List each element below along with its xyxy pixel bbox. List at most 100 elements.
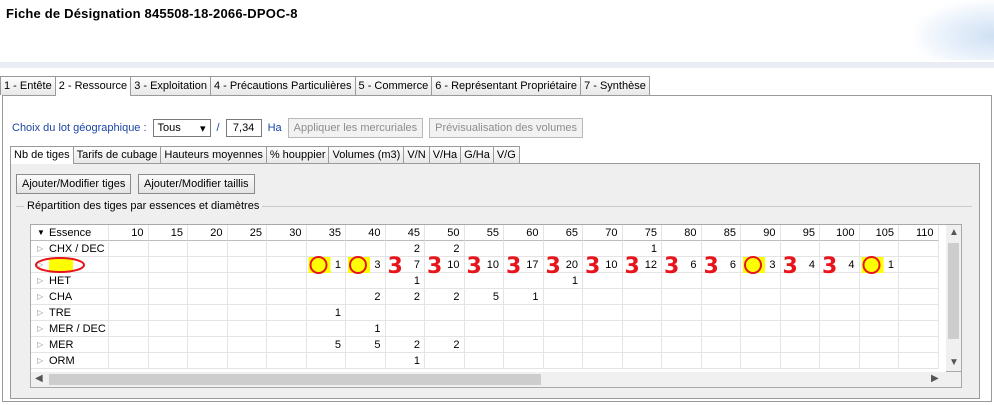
sub-tab[interactable]: V/N [403,146,430,163]
table-row[interactable]: ▷ MER / DEC 1 [31,321,947,337]
grid-cell[interactable] [543,305,583,321]
grid-cell[interactable]: 1 [859,257,899,273]
grid-cell[interactable] [109,321,149,337]
grid-cell[interactable] [622,273,662,289]
horizontal-scrollbar[interactable]: ◀ ▶ [30,372,962,388]
scroll-right-icon[interactable]: ▶ [931,373,939,384]
scroll-down-icon[interactable]: ▼ [949,357,959,368]
grid-cell[interactable]: 6 [662,257,702,273]
grid-cell[interactable] [899,241,939,257]
grid-cell[interactable]: 4 [820,257,860,273]
grid-cell[interactable] [188,241,228,257]
grid-cell[interactable] [662,305,702,321]
grid-cell[interactable] [148,321,188,337]
triangle-right-icon[interactable]: ▷ [37,257,43,273]
grid-cell[interactable] [148,273,188,289]
scroll-left-icon[interactable]: ◀ [35,373,43,384]
grid-cell[interactable] [109,289,149,305]
grid-cell[interactable] [346,273,386,289]
grid-cell[interactable] [306,353,346,369]
grid-cell[interactable] [543,321,583,337]
grid-cell[interactable] [504,305,544,321]
grid-cell[interactable]: 1 [385,353,425,369]
grid-cell[interactable] [622,289,662,305]
grid-cell[interactable] [227,337,267,353]
grid-cell[interactable] [741,321,781,337]
grid-cell[interactable]: 3 [741,257,781,273]
grid-cell[interactable] [346,241,386,257]
grid-cell[interactable]: 2 [385,289,425,305]
main-tab[interactable]: 5 - Commerce [354,76,433,95]
grid-cell[interactable] [267,257,307,273]
grid-cell[interactable] [464,337,504,353]
triangle-right-icon[interactable]: ▷ [37,321,43,337]
grid-cell[interactable] [464,305,504,321]
grid-cell[interactable] [583,241,623,257]
grid-cell[interactable] [859,337,899,353]
grid-cell[interactable] [227,353,267,369]
triangle-right-icon[interactable]: ▷ [37,241,43,257]
grid-cell[interactable]: 1 [543,273,583,289]
sub-tab[interactable]: G/Ha [460,146,494,163]
sub-tab[interactable]: Nb de tiges [10,146,74,164]
grid-cell[interactable] [583,305,623,321]
grid-cell[interactable] [820,273,860,289]
grid-cell[interactable] [820,337,860,353]
table-row[interactable]: ▷ CHA 2 2 2 5 1 [31,289,947,305]
grid-cell[interactable] [464,321,504,337]
grid-cell[interactable] [306,289,346,305]
grid-cell[interactable]: 3 [346,257,386,273]
apply-mercuriales-button[interactable]: Appliquer les mercuriales [287,118,424,138]
grid-cell[interactable] [504,321,544,337]
grid-cell[interactable] [227,305,267,321]
grid-cell[interactable] [267,273,307,289]
grid-cell[interactable]: 10 [464,257,504,273]
grid-cell[interactable] [780,289,820,305]
grid-cell[interactable] [622,353,662,369]
grid-cell[interactable] [267,353,307,369]
grid-cell[interactable] [188,353,228,369]
grid-cell[interactable]: 2 [385,337,425,353]
sub-tab[interactable]: Volumes (m3) [328,146,405,163]
grid-cell[interactable]: 5 [346,337,386,353]
grid-cell[interactable] [425,321,465,337]
preview-volumes-button[interactable]: Prévisualisation des volumes [429,118,584,138]
grid-cell[interactable]: 6 [701,257,741,273]
grid-cell[interactable]: 2 [385,241,425,257]
grid-cell[interactable]: 5 [464,289,504,305]
sub-tab[interactable]: % houppier [265,146,330,163]
grid-cell[interactable] [622,337,662,353]
main-tab[interactable]: 3 - Exploitation [130,76,211,95]
grid-cell[interactable] [820,353,860,369]
grid-cell[interactable] [109,273,149,289]
grid-cell[interactable] [899,305,939,321]
grid-cell[interactable] [662,337,702,353]
grid-cell[interactable] [148,241,188,257]
grid-cell[interactable] [583,273,623,289]
grid-cell[interactable]: 20 [543,257,583,273]
grid-cell[interactable] [148,289,188,305]
grid-cell[interactable] [820,289,860,305]
grid-cell[interactable] [820,305,860,321]
grid-cell[interactable] [425,353,465,369]
grid-cell[interactable]: 1 [385,273,425,289]
triangle-down-icon[interactable]: ▼ [37,225,45,241]
grid-cell[interactable] [346,305,386,321]
triangle-right-icon[interactable]: ▷ [37,305,43,321]
grid-cell[interactable] [701,353,741,369]
grid-cell[interactable]: 10 [583,257,623,273]
grid-cell[interactable] [385,305,425,321]
grid-cell[interactable] [583,353,623,369]
table-row[interactable]: ▷ MER 5 5 2 2 [31,337,947,353]
main-tab[interactable]: 6 - Représentant Propriétaire [431,76,582,95]
grid-cell[interactable] [188,305,228,321]
sub-tab[interactable]: V/G [492,146,520,163]
main-tab[interactable]: 1 - Entête [0,76,56,95]
vertical-scroll-thumb[interactable] [948,243,959,339]
grid-cell[interactable] [899,337,939,353]
grid-cell[interactable] [148,305,188,321]
grid-cell[interactable] [188,289,228,305]
table-row[interactable]: ▷ ORM 1 [31,353,947,369]
grid-cell[interactable] [306,321,346,337]
grid-cell[interactable]: 2 [425,241,465,257]
